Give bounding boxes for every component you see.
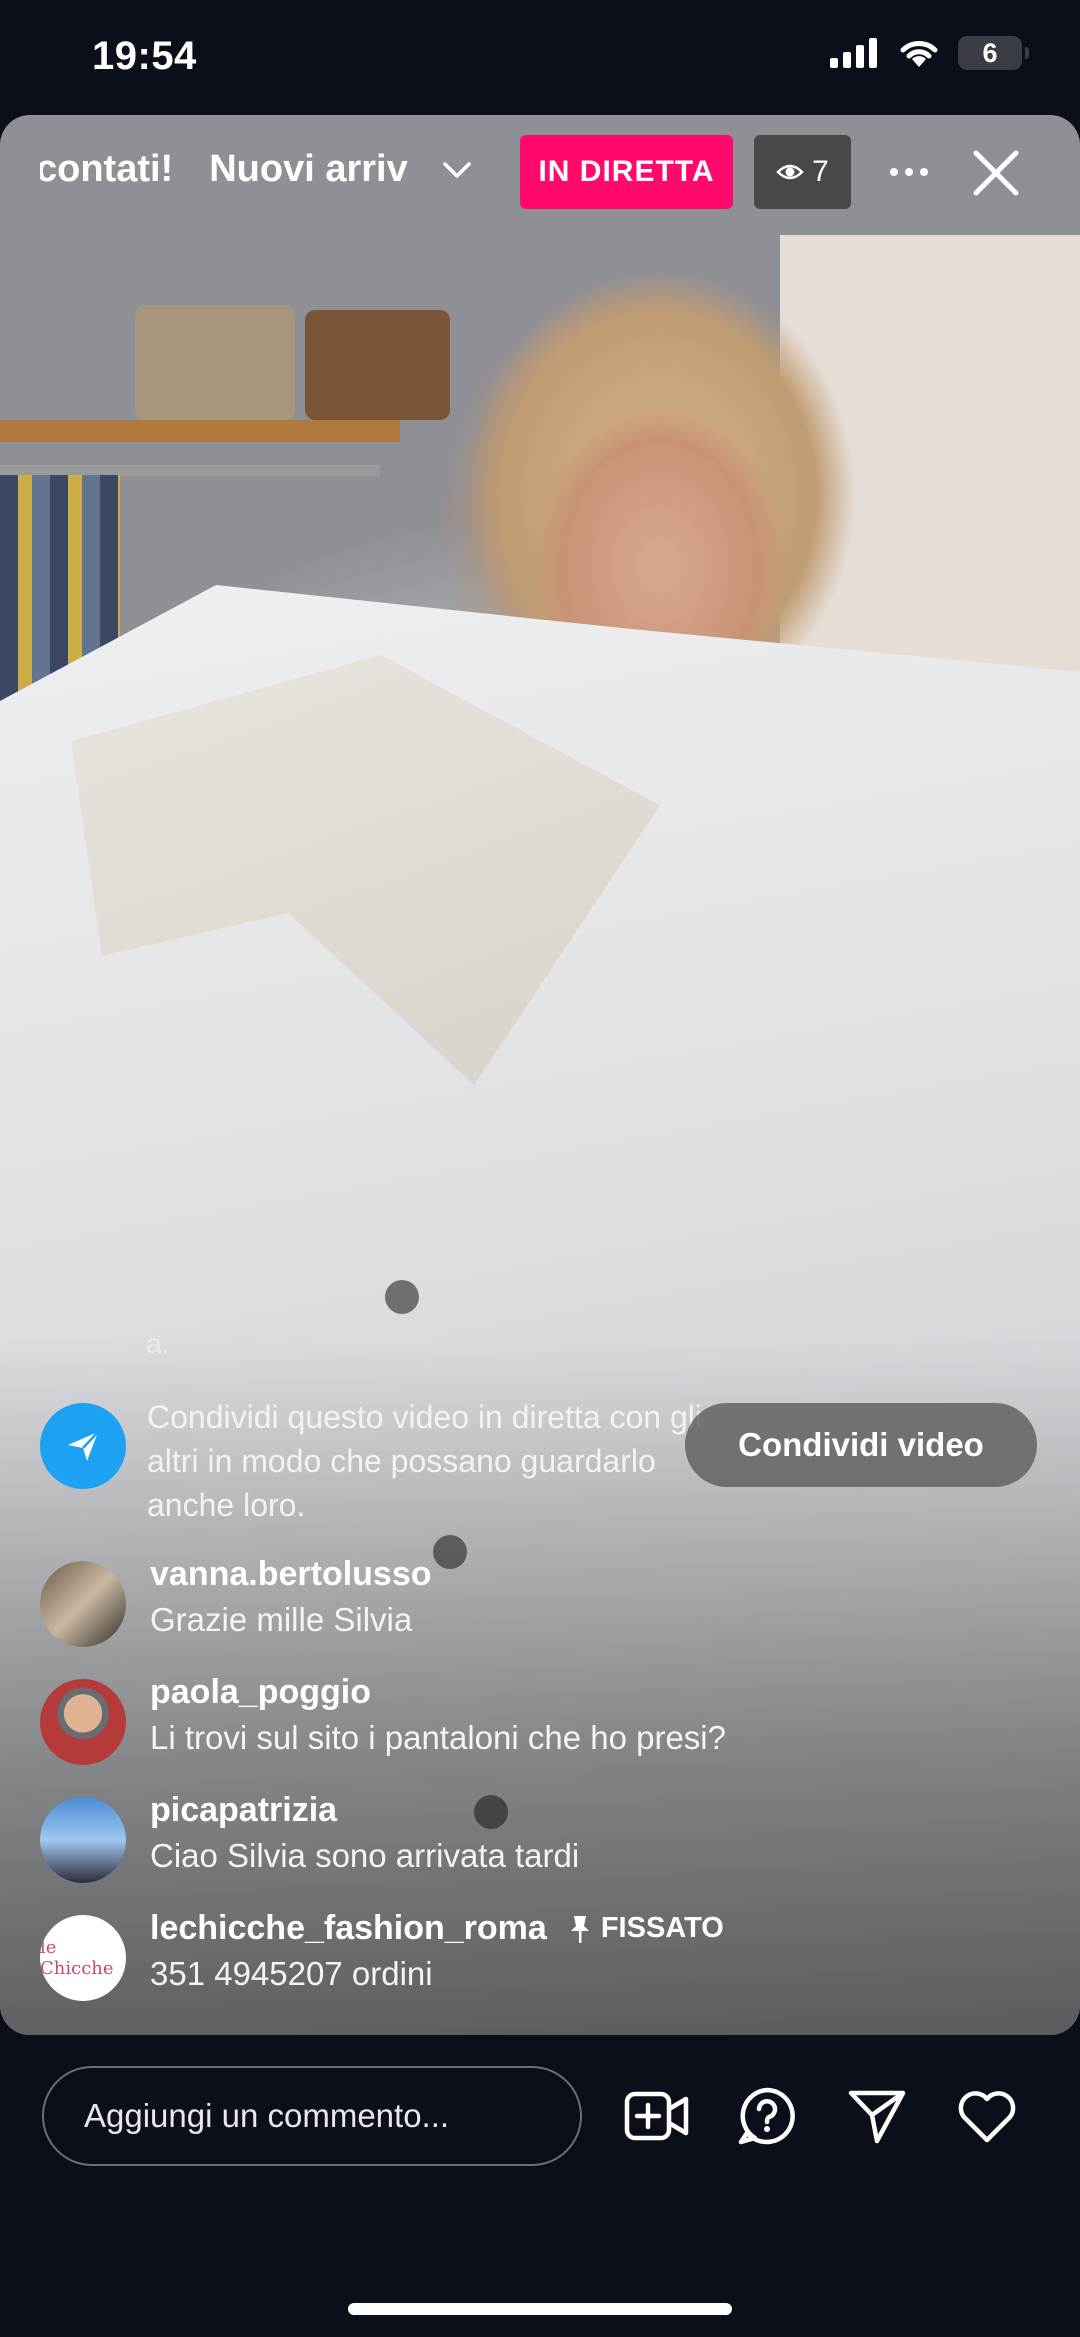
home-indicator[interactable] [348, 2303, 732, 2315]
live-badge: IN DIRETTA [520, 135, 733, 209]
add-guest-video-icon[interactable] [622, 2081, 692, 2151]
comment-username[interactable]: vanna.bertolusso [150, 1555, 432, 1594]
close-icon[interactable] [968, 145, 1024, 201]
share-prompt: Condividi questo video in diretta con gl… [40, 1395, 1050, 1535]
comment-username[interactable]: paola_poggio [150, 1673, 371, 1712]
eye-icon [776, 164, 804, 180]
share-icon[interactable] [842, 2081, 912, 2151]
comment-text: Ciao Silvia sono arrivata tardi [150, 1837, 580, 1874]
avatar[interactable] [40, 1797, 126, 1883]
chevron-down-icon[interactable] [442, 155, 472, 185]
comment-item[interactable]: picapatrizia Ciao Silvia sono arrivata t… [40, 1791, 1040, 1909]
battery-level: 6 [982, 37, 998, 68]
comment-text: Li trovi sul sito i pantaloni che ho pre… [150, 1719, 726, 1756]
heart-icon[interactable] [952, 2081, 1022, 2151]
comment-username[interactable]: picapatrizia [150, 1791, 337, 1830]
share-video-button[interactable]: Condividi video [685, 1403, 1037, 1487]
avatar[interactable]: le Chicche [40, 1915, 126, 2001]
status-bar: 19:54 6 [0, 0, 1080, 115]
viewer-count-badge[interactable]: 7 [754, 135, 851, 209]
title-segment: contati! [40, 148, 174, 190]
comment-input[interactable]: Aggiungi un commento... [42, 2066, 582, 2166]
more-icon[interactable] [884, 149, 934, 195]
send-icon [40, 1403, 126, 1489]
signal-icon [830, 38, 877, 68]
battery-indicator: 6 [958, 36, 1029, 70]
question-icon[interactable] [732, 2081, 802, 2151]
share-prompt-text: Condividi questo video in diretta con gl… [147, 1399, 702, 1523]
comment-bar: Aggiungi un commento... [0, 2035, 1080, 2337]
avatar[interactable] [40, 1679, 126, 1765]
title-segment: Nuovi arriv [209, 148, 408, 190]
pinned-label: FISSATO [569, 1912, 724, 1945]
comment-item[interactable]: paola_poggio Li trovi sul sito i pantalo… [40, 1673, 1040, 1791]
status-time: 19:54 [92, 34, 197, 78]
avatar[interactable] [40, 1561, 126, 1647]
overlay-caption: a. [146, 1328, 170, 1359]
comment-username[interactable]: lechicche_fashion_roma [150, 1909, 547, 1948]
comment-item[interactable]: vanna.bertolusso Grazie mille Silvia [40, 1555, 1040, 1673]
wifi-icon [900, 41, 938, 67]
avatar-logo-text: le Chicche [40, 1937, 114, 1979]
pin-icon [570, 1915, 589, 1943]
status-indicators: 6 [830, 36, 1029, 70]
live-header: contati! Nuovi arriv IN DIRETTA 7 [0, 115, 1080, 230]
pinned-comment[interactable]: le Chicche lechicche_fashion_roma FISSAT… [40, 1909, 1040, 2027]
comment-text: 351 4945207 ordini [150, 1955, 433, 1992]
live-title[interactable]: contati! Nuovi arriv [40, 148, 430, 191]
comment-text: Grazie mille Silvia [150, 1601, 413, 1638]
viewer-count: 7 [812, 155, 829, 188]
pinned-text: FISSATO [600, 1912, 724, 1944]
comment-list: vanna.bertolusso Grazie mille Silvia pao… [40, 1555, 1040, 2027]
